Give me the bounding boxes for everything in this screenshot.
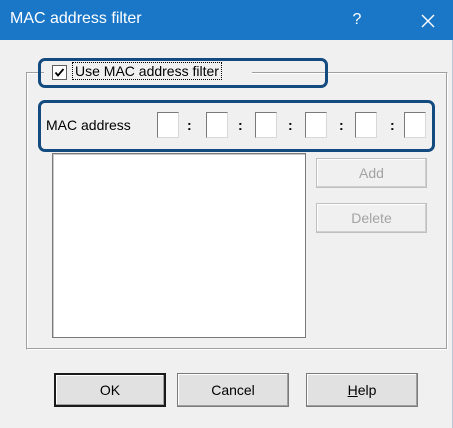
mac-address-list[interactable] <box>52 153 306 338</box>
help-button[interactable]: Help <box>306 373 418 407</box>
close-icon <box>421 14 435 28</box>
delete-button[interactable]: Delete <box>316 203 427 233</box>
highlight-mac-address-row <box>38 100 435 152</box>
add-button[interactable]: Add <box>316 158 427 188</box>
highlight-checkbox-row <box>38 58 328 88</box>
help-title-button[interactable]: ? <box>340 6 374 34</box>
ok-button[interactable]: OK <box>54 373 166 407</box>
cancel-button[interactable]: Cancel <box>177 373 289 407</box>
title-bar: MAC address filter ? <box>0 0 453 40</box>
window-title: MAC address filter <box>10 10 142 27</box>
close-button[interactable] <box>408 4 448 36</box>
